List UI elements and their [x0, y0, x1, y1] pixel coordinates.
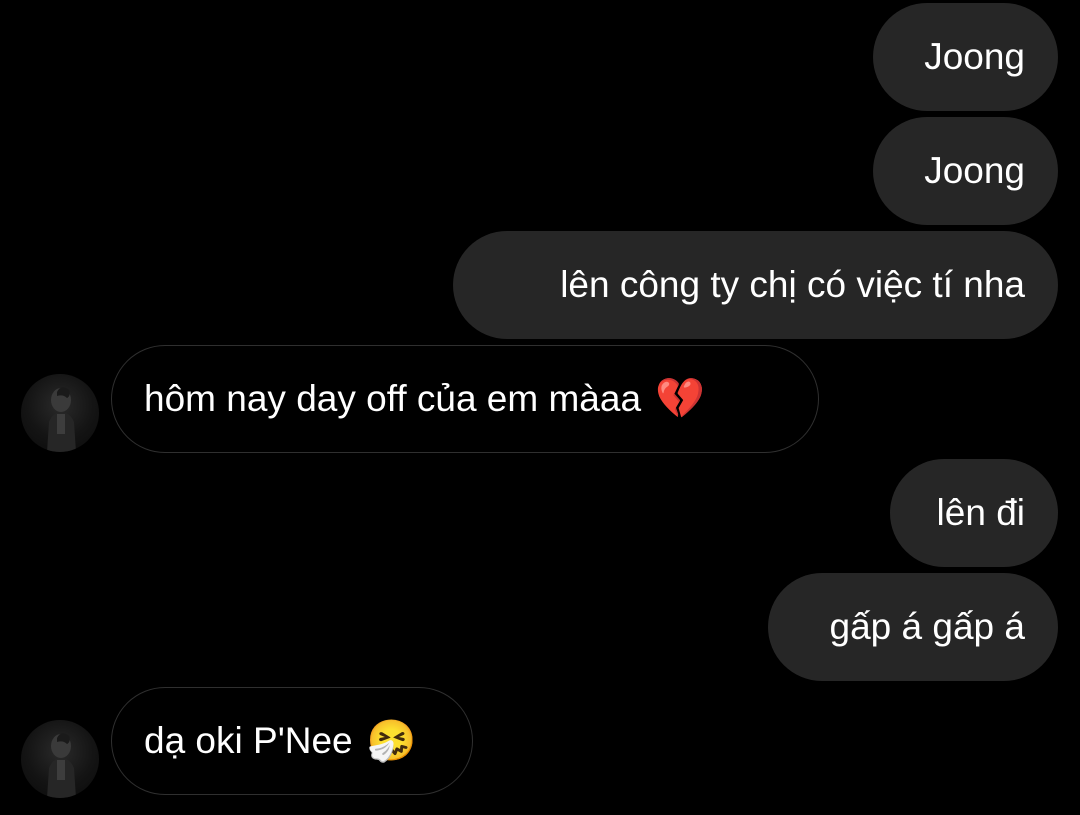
avatar-photo-icon: [47, 733, 76, 798]
contact-avatar[interactable]: [21, 720, 99, 798]
message-text: Joong: [924, 36, 1025, 77]
message-text: lên đi: [936, 492, 1025, 533]
sent-message[interactable]: Joong: [873, 117, 1058, 225]
received-message[interactable]: hôm nay day off của em màaa 💔: [111, 345, 819, 453]
broken-heart-emoji: 💔: [655, 377, 705, 421]
sent-message[interactable]: Joong: [873, 3, 1058, 111]
received-message[interactable]: dạ oki P'Nee 🤧: [111, 687, 473, 795]
sent-message[interactable]: lên công ty chị có việc tí nha: [453, 231, 1058, 339]
message-text: dạ oki P'Nee: [144, 720, 353, 761]
sent-message[interactable]: gấp á gấp á: [768, 573, 1058, 681]
sneezing-face-emoji: 🤧: [366, 719, 417, 763]
message-text: lên công ty chị có việc tí nha: [560, 264, 1025, 305]
contact-avatar[interactable]: [21, 374, 99, 452]
message-text: gấp á gấp á: [829, 606, 1025, 647]
sent-message[interactable]: lên đi: [890, 459, 1058, 567]
message-text: hôm nay day off của em màaa: [144, 378, 642, 419]
message-text: Joong: [924, 150, 1025, 191]
avatar-photo-icon: [47, 387, 76, 452]
